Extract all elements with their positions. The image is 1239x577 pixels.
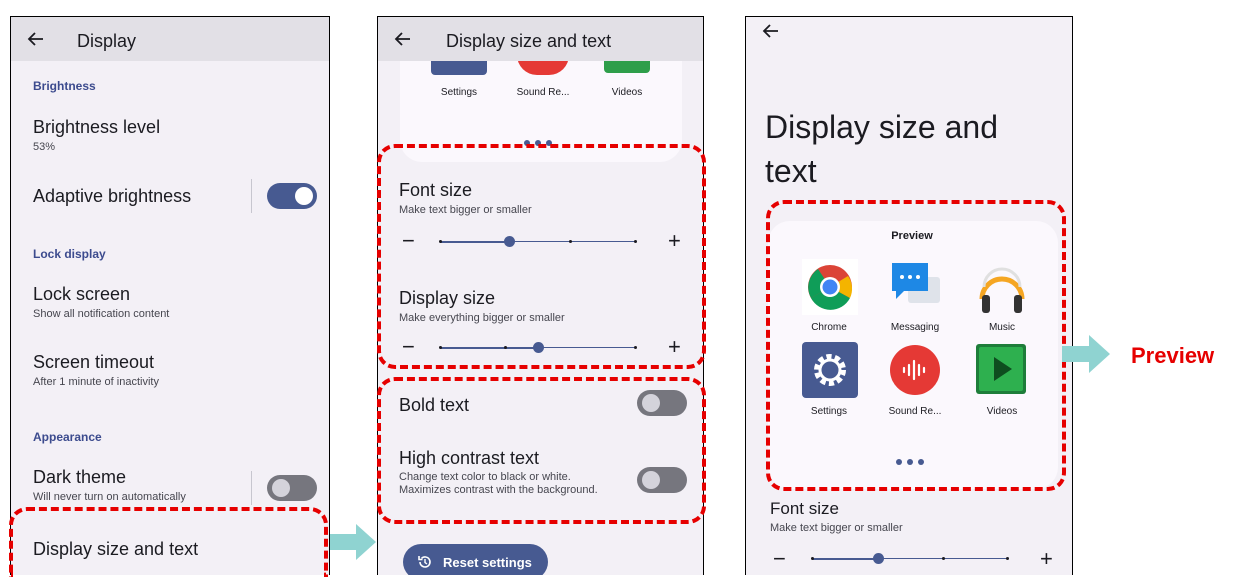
section-header-appearance: Appearance <box>33 430 102 444</box>
item-summary: After 1 minute of inactivity <box>33 376 159 388</box>
app-label: Sound Re... <box>516 87 570 98</box>
section-header-brightness: Brightness <box>33 79 96 93</box>
display-settings-screen: Display Brightness Brightness level 53% … <box>10 16 330 575</box>
preview-annotation-label: Preview <box>1131 343 1215 368</box>
app-label: Videos <box>611 87 643 98</box>
reset-settings-button[interactable]: Reset settings <box>403 544 548 575</box>
screen-timeout-item[interactable]: Screen timeout After 1 minute of inactiv… <box>33 352 159 388</box>
item-title: Font size <box>770 499 839 518</box>
history-icon <box>418 556 431 568</box>
item-title: Dark theme <box>33 467 127 487</box>
section-header-lock-display: Lock display <box>33 247 106 261</box>
dark-theme-toggle[interactable] <box>267 475 317 501</box>
large-page-title: Display size and text <box>765 109 998 189</box>
back-arrow-icon[interactable] <box>394 30 412 48</box>
slider-thumb[interactable] <box>873 553 884 564</box>
divider <box>251 179 252 213</box>
dark-theme-item[interactable]: Dark theme Will never turn on automatica… <box>33 467 186 503</box>
item-title: Brightness level <box>33 117 161 137</box>
item-summary: Show all notification content <box>33 308 170 320</box>
app-bar: Display size and text <box>378 17 703 61</box>
arrow-right-icon <box>1062 335 1110 373</box>
item-summary: 53% <box>33 141 56 153</box>
lock-screen-item[interactable]: Lock screen Show all notification conten… <box>33 284 169 320</box>
divider <box>251 471 252 505</box>
app-label: Settings <box>440 87 478 98</box>
font-size-item: Font size Make text bigger or smaller <box>770 499 903 534</box>
back-arrow-icon[interactable] <box>27 30 45 48</box>
app-bar: Display <box>11 17 329 61</box>
highlight-frame <box>377 377 706 524</box>
brightness-level-item[interactable]: Brightness level 53% <box>33 117 160 153</box>
item-title: Screen timeout <box>33 352 155 372</box>
highlight-frame <box>9 507 328 577</box>
font-size-slider[interactable] <box>811 553 1009 565</box>
item-summary: Make text bigger or smaller <box>770 522 903 534</box>
highlight-frame <box>377 144 706 369</box>
arrow-right-icon <box>330 524 376 560</box>
increase-font-button[interactable]: + <box>1040 548 1053 570</box>
reset-button-label: Reset settings <box>443 555 532 570</box>
page-title: Display <box>77 31 137 51</box>
back-arrow-icon[interactable] <box>762 22 780 40</box>
decrease-font-button[interactable]: − <box>773 548 786 570</box>
item-title: Lock screen <box>33 284 131 304</box>
highlight-frame <box>766 200 1066 491</box>
adaptive-brightness-item[interactable]: Adaptive brightness <box>33 186 191 207</box>
item-summary: Will never turn on automatically <box>33 491 186 503</box>
adaptive-brightness-toggle[interactable] <box>267 183 317 209</box>
page-title: Display size and text <box>446 31 612 51</box>
